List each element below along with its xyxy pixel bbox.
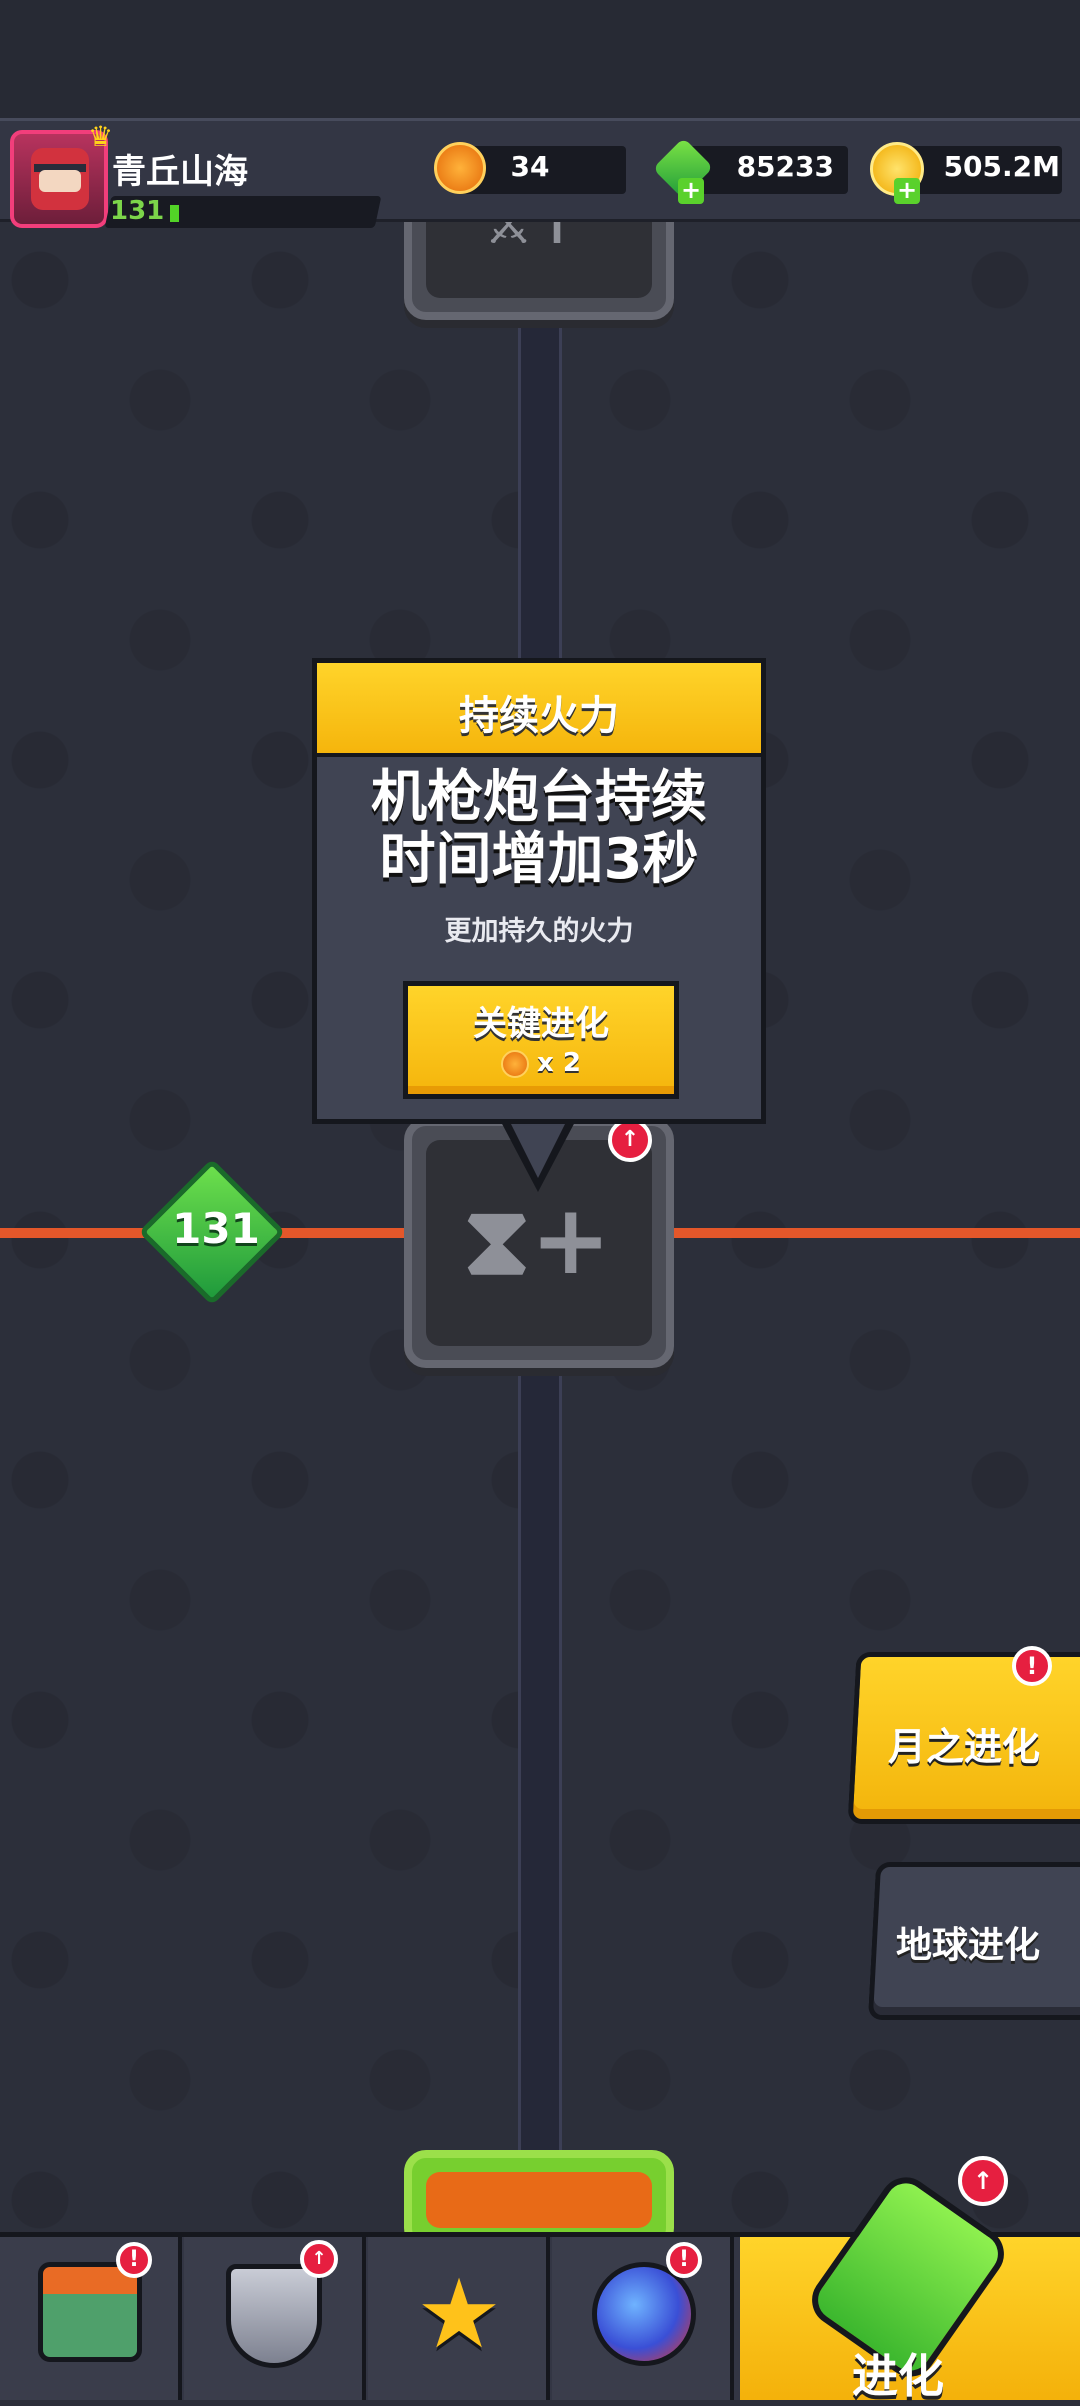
tooltip-title: 持续火力 xyxy=(459,693,619,739)
shop-alert-badge: ! xyxy=(116,2242,152,2278)
crown-icon: ♛ xyxy=(88,120,114,153)
key-evolution-label: 关键进化 xyxy=(473,1004,609,1044)
orange-coin-value: 34 xyxy=(510,150,550,183)
earth-evolution-label: 地球进化 xyxy=(896,1925,1041,1966)
cost-amount: x 2 xyxy=(537,1048,581,1078)
add-gems-icon[interactable]: + xyxy=(678,178,704,204)
evolution-tooltip: 持续火力 机枪炮台持续 时间增加3秒 更加持久的火力 关键进化 x 2 xyxy=(312,658,766,1124)
tooltip-header: 持续火力 xyxy=(317,663,761,757)
evolution-upgrade-badge: ↑ xyxy=(958,2156,1008,2206)
tooltip-description-line1: 机枪炮台持续 xyxy=(371,765,707,830)
add-gold-icon[interactable]: + xyxy=(894,178,920,204)
status-bar-area xyxy=(0,0,1080,120)
upgrade-available-badge: ↑ xyxy=(608,1118,652,1162)
moon-alert-badge: ! xyxy=(1012,1646,1052,1686)
player-name: 青丘山海 xyxy=(112,152,248,192)
orange-core-icon xyxy=(434,142,486,194)
gold-value: 505.2M xyxy=(943,150,1060,183)
crossed-swords-star-icon: ★ xyxy=(415,2258,503,2370)
exp-bar-fill xyxy=(170,205,179,222)
level-diamond-text: 131 xyxy=(172,1204,260,1253)
gem-value: 85233 xyxy=(736,150,834,183)
tooltip-subtitle: 更加持久的火力 xyxy=(444,916,634,947)
planet-alert-badge: ! xyxy=(666,2242,702,2278)
hourglass-plus-icon: ⧗+ xyxy=(463,1184,611,1296)
shop-icon xyxy=(38,2262,142,2362)
moon-evolution-label: 月之进化 xyxy=(888,1725,1041,1769)
tooltip-description: 机枪炮台持续 时间增加3秒 xyxy=(317,767,761,891)
key-evolution-cost: x 2 xyxy=(408,1048,674,1078)
tooltip-description-line2: 时间增加3秒 xyxy=(379,827,699,892)
rank-upgrade-badge: ↑ xyxy=(300,2240,338,2278)
nav-evolution-label: 进化 xyxy=(852,2349,944,2403)
player-level: 131 xyxy=(110,196,165,226)
key-evolution-button[interactable]: 关键进化 x 2 xyxy=(403,981,679,1099)
orange-core-icon xyxy=(501,1049,530,1078)
medal-icon xyxy=(226,2264,322,2368)
